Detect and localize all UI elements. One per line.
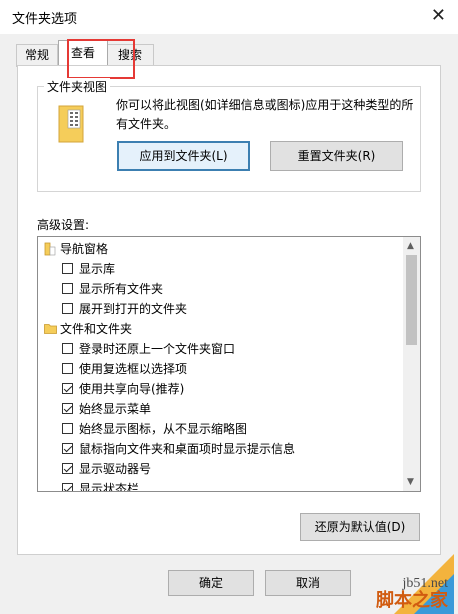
scroll-down-icon[interactable]: ▼ <box>407 477 414 487</box>
checkbox[interactable] <box>62 283 73 294</box>
folder-icon <box>44 324 57 334</box>
scroll-up-icon[interactable]: ▲ <box>407 241 414 251</box>
close-icon[interactable]: ✕ <box>431 4 446 28</box>
restore-defaults-button[interactable]: 还原为默认值(D) <box>300 513 420 541</box>
cancel-button[interactable]: 取消 <box>265 570 351 596</box>
checkbox[interactable] <box>62 363 73 374</box>
folder-views-description: 你可以将此视图(如详细信息或图标)应用于这种类型的所有文件夹。 <box>116 98 414 131</box>
watermark: jb51.net 脚本之家 <box>344 554 454 614</box>
navigation-pane-icon <box>44 242 56 256</box>
checkbox-checked[interactable] <box>62 463 73 474</box>
window-title: 文件夹选项 <box>12 12 78 27</box>
title-bar: 文件夹选项 ✕ <box>0 0 458 34</box>
apply-to-folders-button[interactable]: 应用到文件夹(L) <box>117 141 250 171</box>
list-group-label: 导航窗格 <box>60 242 109 256</box>
tab-general[interactable]: 常规 <box>16 44 58 67</box>
scrollbar-thumb[interactable] <box>406 255 417 345</box>
checkbox-checked[interactable] <box>62 443 73 454</box>
checkbox[interactable] <box>62 263 73 274</box>
list-item-label: 使用共享向导(推荐) <box>79 382 185 396</box>
list-item-label: 使用复选框以选择项 <box>79 362 188 376</box>
list-group-label: 文件和文件夹 <box>60 322 133 336</box>
checkbox-checked[interactable] <box>62 383 73 394</box>
list-item-label: 显示库 <box>79 262 116 276</box>
list-item-label: 鼠标指向文件夹和桌面项时显示提示信息 <box>79 442 296 456</box>
ok-button[interactable]: 确定 <box>168 570 254 596</box>
list-item-label: 显示所有文件夹 <box>79 282 164 296</box>
checkbox-checked[interactable] <box>62 403 73 414</box>
list-item-label: 始终显示菜单 <box>79 402 152 416</box>
checkbox-checked[interactable] <box>62 483 73 491</box>
advanced-settings-list[interactable]: 导航窗格 显示库 显示所有文件夹 展开到打开的文件夹 文件和文件夹 登录时还原上… <box>37 236 421 492</box>
checkbox[interactable] <box>62 343 73 354</box>
checkbox[interactable] <box>62 303 73 314</box>
folder-view-icon <box>58 105 84 143</box>
advanced-settings-label: 高级设置: <box>37 218 90 232</box>
list-item-label: 展开到打开的文件夹 <box>79 302 188 316</box>
list-item-label: 显示状态栏 <box>79 482 140 492</box>
reset-folders-button[interactable]: 重置文件夹(R) <box>270 141 403 171</box>
list-item-label: 登录时还原上一个文件夹窗口 <box>79 342 236 356</box>
watermark-text: 脚本之家 <box>376 590 448 611</box>
annotation-highlight-box <box>67 39 135 79</box>
checkbox[interactable] <box>62 423 73 434</box>
vertical-scrollbar[interactable]: ▲ ▼ <box>403 237 420 491</box>
list-item-label: 显示驱动器号 <box>79 462 152 476</box>
folder-views-title: 文件夹视图 <box>44 78 111 95</box>
list-item-label: 始终显示图标，从不显示缩略图 <box>79 422 248 436</box>
